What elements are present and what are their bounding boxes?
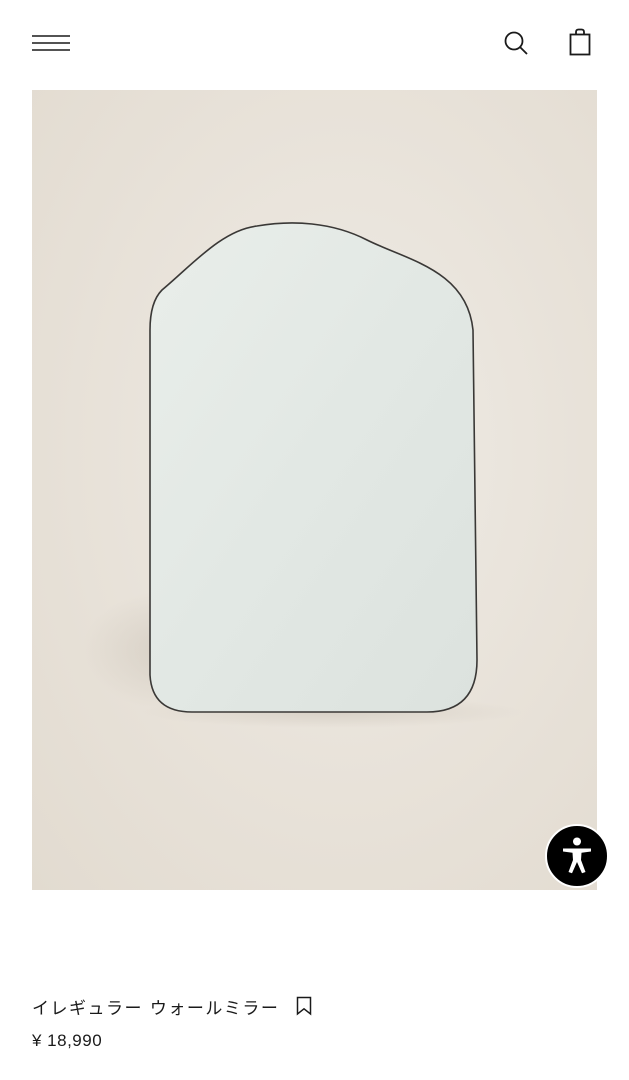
product-image[interactable] [32, 90, 597, 890]
accessibility-person-icon [563, 837, 591, 874]
search-icon[interactable] [503, 30, 529, 56]
product-price: ¥ 18,990 [32, 1031, 103, 1050]
product-name-row: イレギュラー ウォールミラー [32, 990, 592, 1022]
bookmark-icon[interactable] [295, 996, 313, 1016]
top-header [0, 0, 629, 88]
accessibility-button[interactable] [545, 824, 609, 888]
shopping-bag-icon[interactable] [567, 28, 593, 56]
mirror-illustration [82, 222, 522, 728]
hamburger-menu-icon[interactable] [31, 34, 71, 52]
product-name[interactable]: イレギュラー ウォールミラー [32, 994, 279, 1019]
product-info: イレギュラー ウォールミラー ¥ 18,990 [32, 990, 592, 1051]
